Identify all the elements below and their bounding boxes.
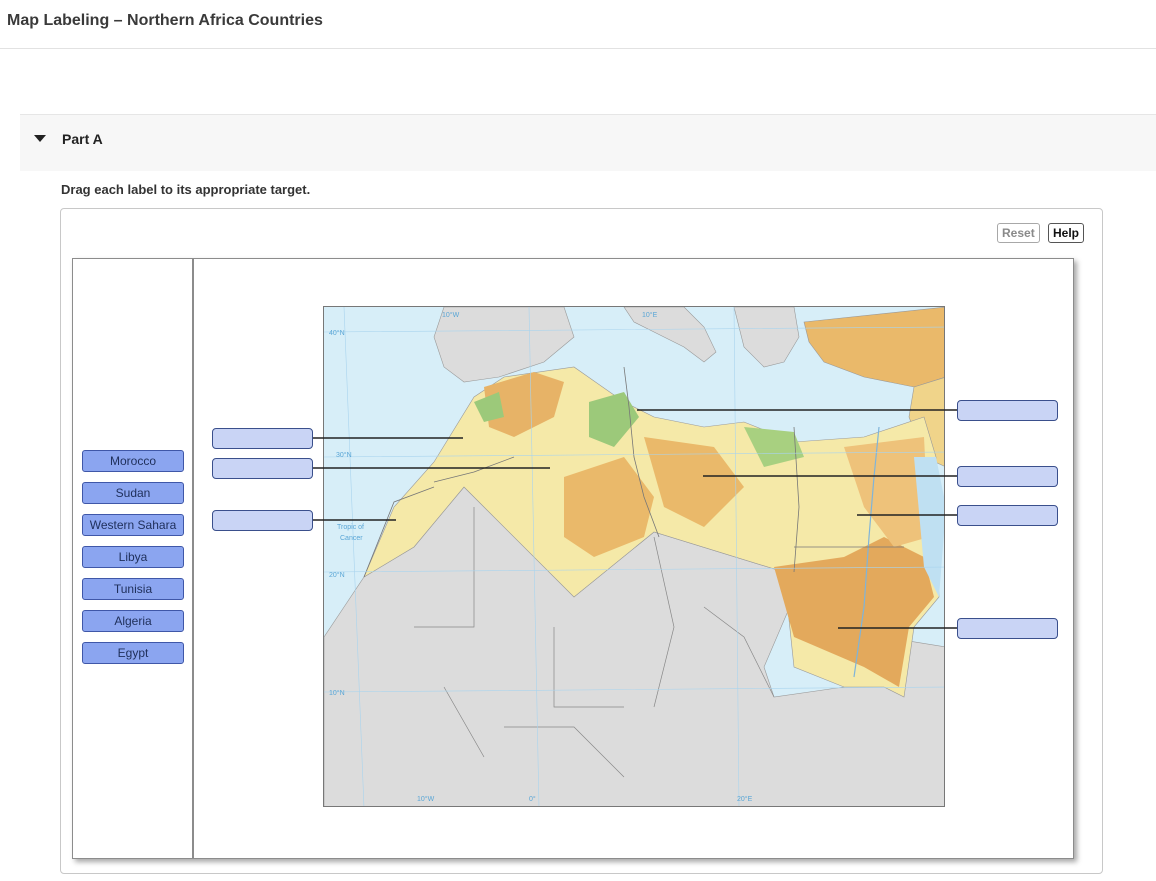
lon-10w-bottom-label: 10°W	[417, 795, 435, 803]
help-button[interactable]: Help	[1048, 223, 1085, 243]
label-algeria[interactable]: Algeria	[82, 610, 184, 632]
lat-20-label: 20°N	[329, 571, 345, 579]
drop-target-3[interactable]	[212, 510, 313, 531]
tropic-label-line1: Tropic of	[337, 524, 364, 531]
map-image: 40°N 30°N 20°N 10°N 10°W 10°E 10°W 0° 20…	[324, 307, 944, 806]
drop-target-6[interactable]	[957, 505, 1058, 526]
drop-target-4[interactable]	[957, 400, 1058, 421]
drop-target-1[interactable]	[212, 428, 313, 449]
label-tray: Morocco Sudan Western Sahara Libya Tunis…	[73, 259, 194, 858]
label-morocco[interactable]: Morocco	[82, 450, 184, 472]
lat-40-label: 40°N	[329, 329, 345, 337]
drop-target-2[interactable]	[212, 458, 313, 479]
label-libya[interactable]: Libya	[82, 546, 184, 568]
lon-10w-top-label: 10°W	[442, 311, 460, 319]
instructions: Drag each label to its appropriate targe…	[61, 182, 311, 197]
label-western-sahara[interactable]: Western Sahara	[82, 514, 184, 536]
collapse-caret-icon[interactable]	[34, 135, 46, 142]
page-title: Map Labeling – Northern Africa Countries	[7, 12, 323, 29]
drop-target-5[interactable]	[957, 466, 1058, 487]
label-egypt[interactable]: Egypt	[82, 642, 184, 664]
north-africa-map: 40°N 30°N 20°N 10°N 10°W 10°E 10°W 0° 20…	[323, 306, 945, 807]
drop-target-7[interactable]	[957, 618, 1058, 639]
lon-20e-label: 20°E	[737, 795, 753, 803]
lon-10e-top-label: 10°E	[642, 311, 658, 319]
label-tunisia[interactable]: Tunisia	[82, 578, 184, 600]
lat-30-label: 30°N	[336, 451, 352, 459]
page-header: Map Labeling – Northern Africa Countries	[0, 0, 1156, 49]
tropic-label-line2: Cancer	[340, 535, 363, 542]
lon-0-label: 0°	[529, 795, 536, 803]
part-a-header[interactable]: Part A	[20, 114, 1156, 171]
reset-button[interactable]: Reset	[997, 223, 1040, 243]
part-label: Part A	[62, 131, 103, 147]
label-sudan[interactable]: Sudan	[82, 482, 184, 504]
lat-10-label: 10°N	[329, 689, 345, 697]
